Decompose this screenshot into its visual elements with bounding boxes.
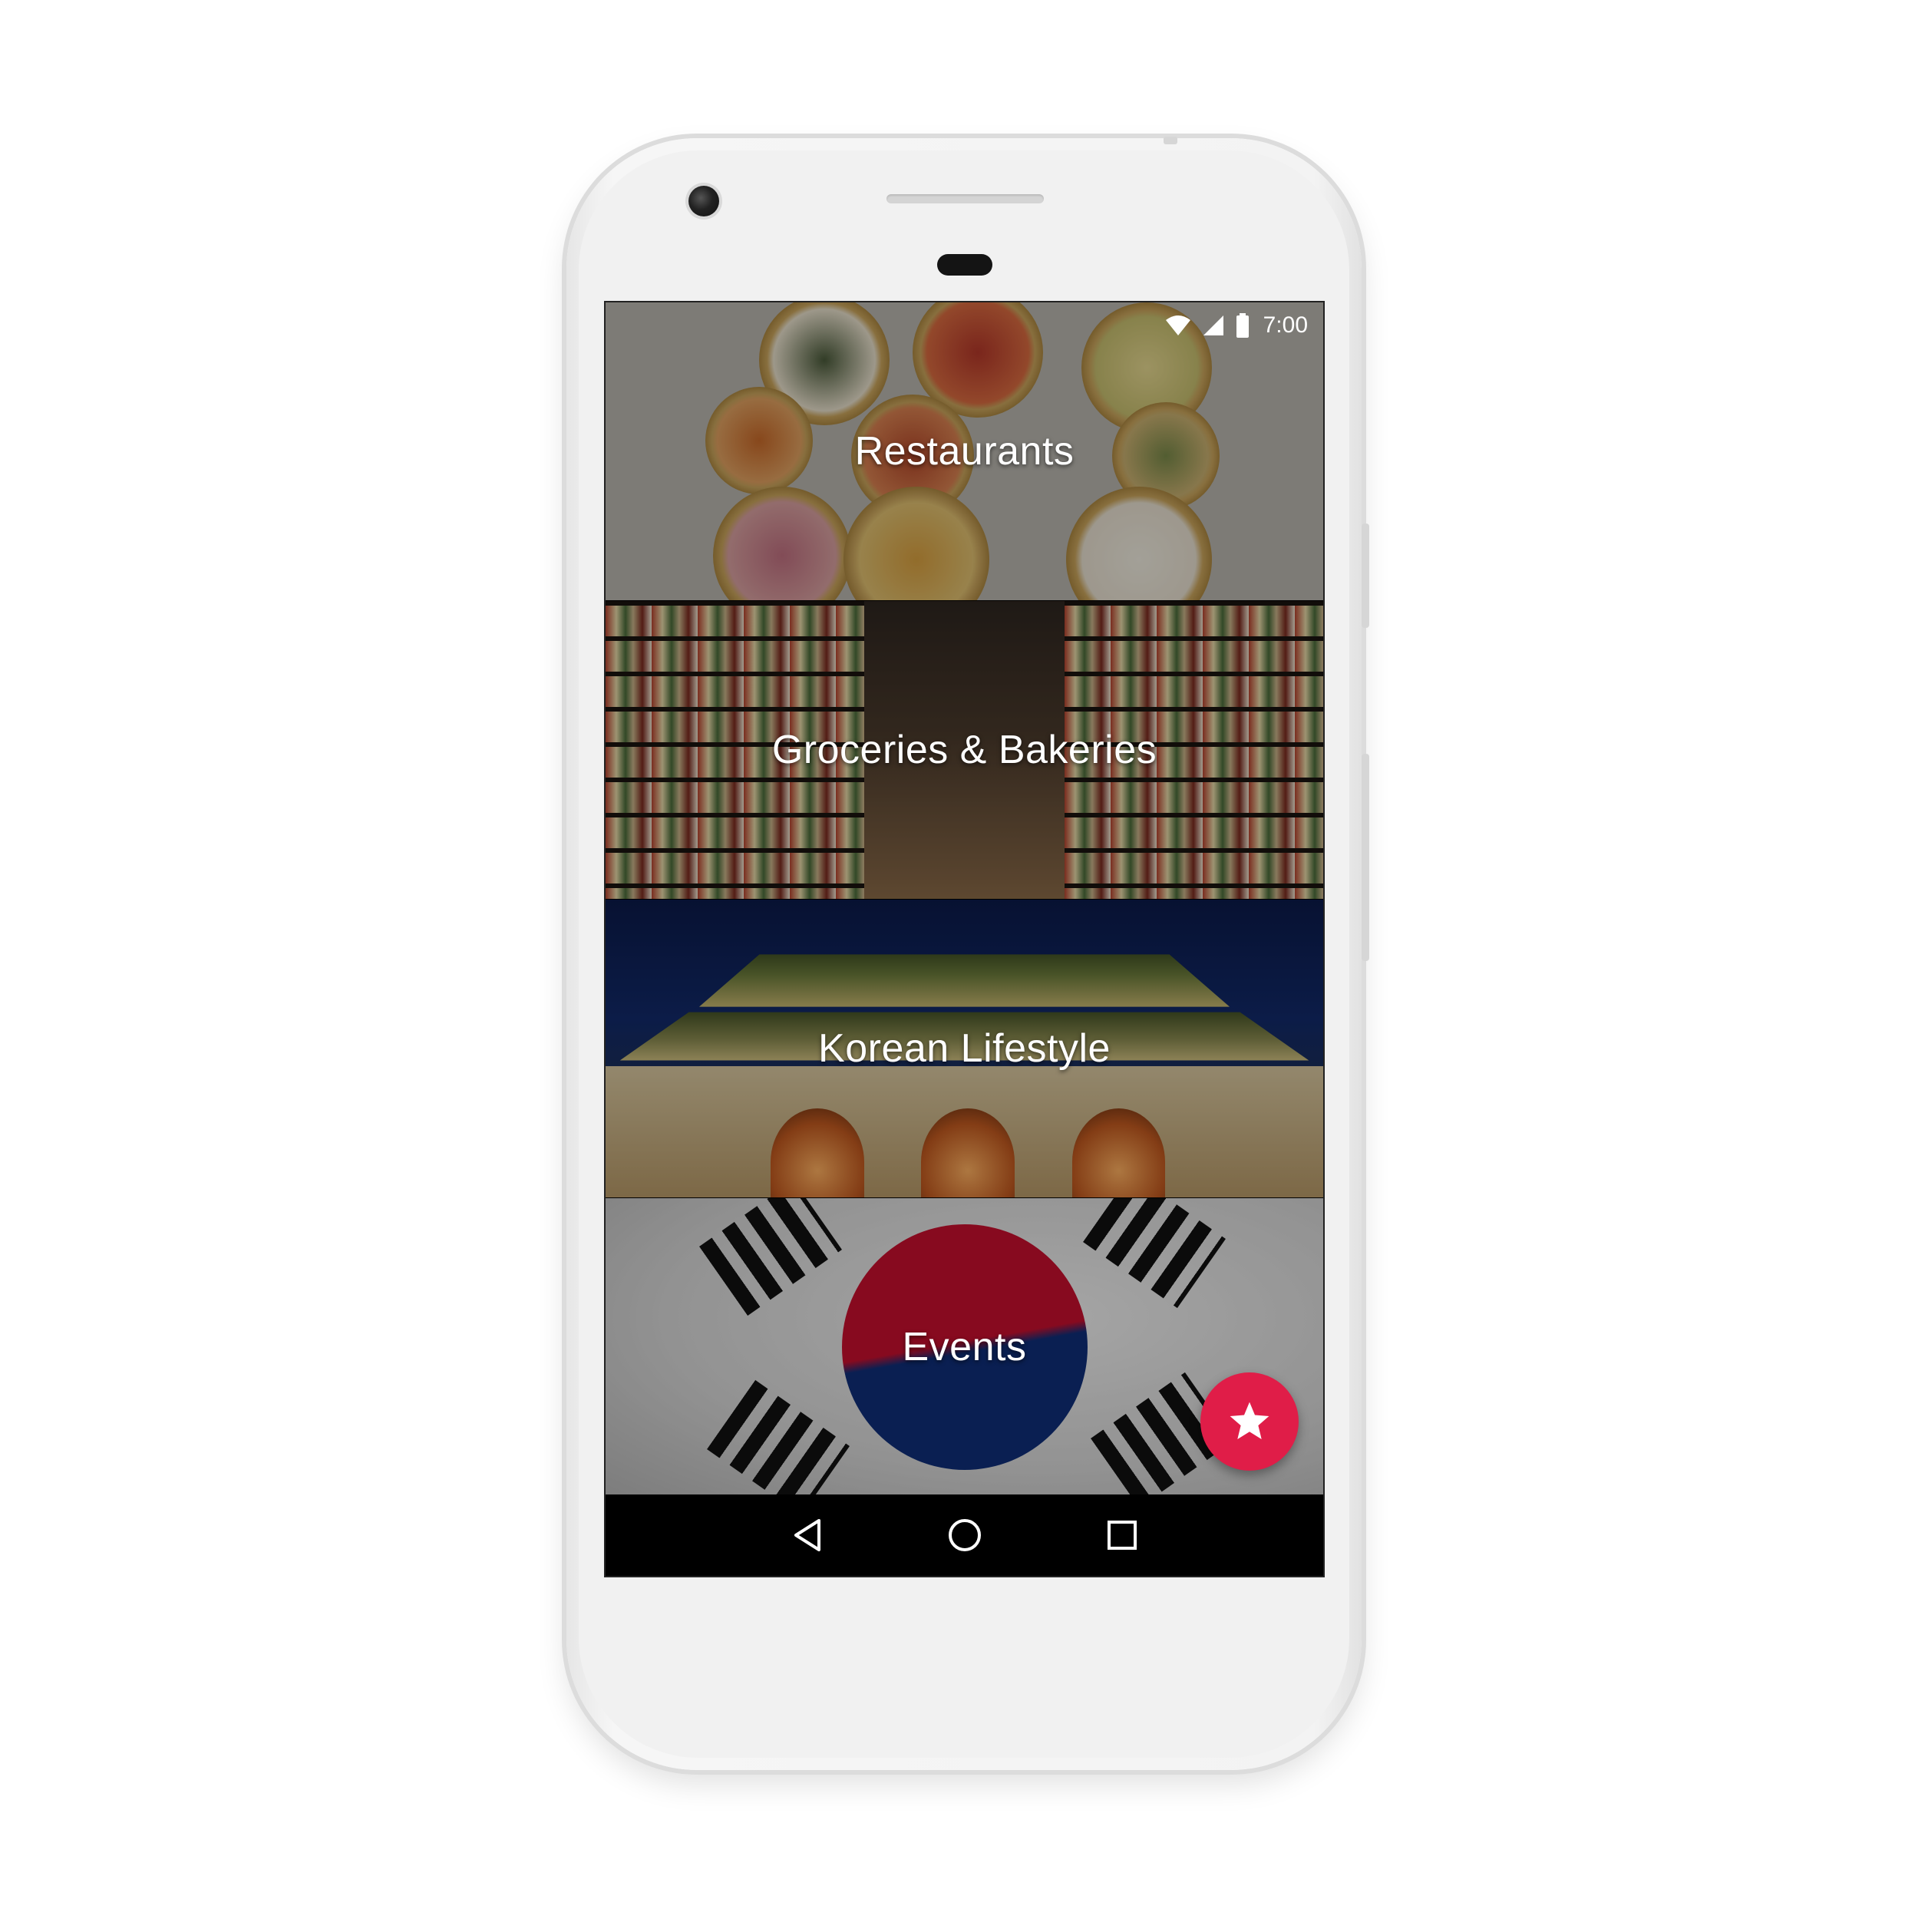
status-time: 7:00 <box>1263 312 1308 338</box>
recents-icon <box>1107 1521 1137 1550</box>
back-button[interactable] <box>777 1504 838 1566</box>
power-button <box>1362 523 1369 628</box>
favorites-fab[interactable] <box>1200 1372 1299 1471</box>
tile-label: Groceries & Bakeries <box>771 728 1157 772</box>
back-icon <box>794 1519 820 1551</box>
tile-groceries-bakeries[interactable]: Groceries & Bakeries <box>606 601 1323 899</box>
wifi-icon <box>1165 315 1191 336</box>
home-icon <box>948 1519 981 1551</box>
battery-icon <box>1236 313 1250 338</box>
top-button <box>1164 137 1177 144</box>
tile-label: Events <box>902 1325 1027 1369</box>
status-bar: 7:00 <box>606 302 1323 348</box>
tile-label: Restaurants <box>854 429 1075 474</box>
category-list: Restaurants Groceries & Bakeries Korean … <box>606 302 1323 1496</box>
recents-button[interactable] <box>1091 1504 1153 1566</box>
navigation-bar <box>606 1494 1323 1576</box>
volume-button <box>1362 754 1369 961</box>
front-camera <box>688 186 719 216</box>
speaker-grill <box>886 194 1044 203</box>
device-mockup: 7:00 Restaurants Groceries & Bakeries Ko… <box>0 0 1928 1932</box>
tile-label: Korean Lifestyle <box>818 1026 1111 1071</box>
star-icon <box>1230 1402 1269 1439</box>
home-button[interactable] <box>934 1504 995 1566</box>
tile-korean-lifestyle[interactable]: Korean Lifestyle <box>606 900 1323 1197</box>
cellular-signal-icon <box>1202 314 1225 337</box>
earpiece <box>937 254 992 276</box>
